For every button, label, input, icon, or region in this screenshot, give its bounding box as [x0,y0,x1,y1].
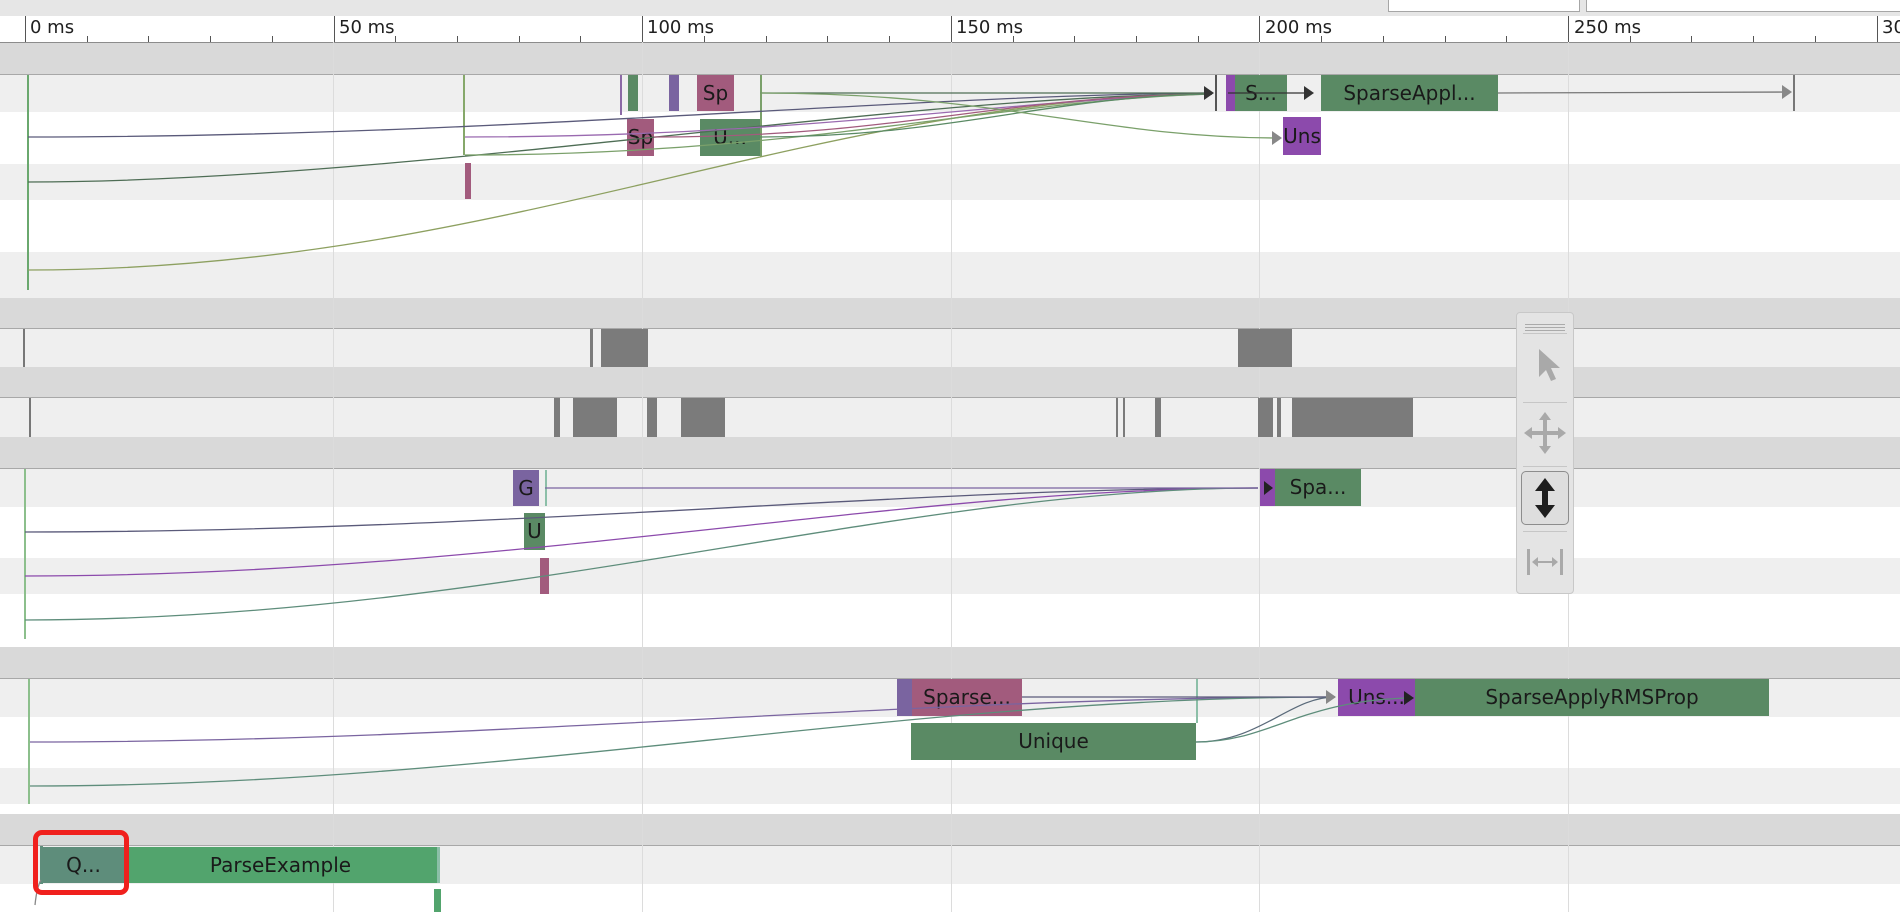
flow-arrow [29,696,1336,743]
flow-arrow [24,487,1259,577]
mouse-mode-toolbar[interactable] [1516,312,1574,594]
horizontal-range-icon [1527,549,1563,575]
flow-arrows [24,85,1792,906]
flow-arrowhead [1782,85,1792,99]
flow-arrow [27,93,1213,271]
toolbar-separator [1523,333,1567,334]
timing-tool-button[interactable] [1521,535,1569,589]
toolbar-separator [1523,466,1567,467]
flow-arrow [1195,696,1336,743]
flow-arrow [24,487,1259,621]
selection-highlight [33,830,129,895]
flow-arrowhead [1264,481,1273,495]
pan-tool-button[interactable] [1521,406,1569,460]
flow-arrow [464,93,1213,138]
grip-icon [1525,324,1565,331]
zoom-tool-button[interactable] [1521,471,1569,525]
toolbar-separator [1523,402,1567,403]
flow-arrow [464,93,1213,156]
flow-arrowhead [1204,86,1214,100]
trace-viewer: 0 ms 50 ms 100 ms 150 ms 200 ms 250 ms 3… [0,0,1900,912]
flow-arrowhead [1304,86,1314,100]
flow-arrowhead [1404,691,1414,705]
cursor-arrow-icon [1539,349,1560,381]
toolbar-drag-handle[interactable] [1523,317,1567,331]
flow-arrowhead [1326,690,1336,704]
selection-tool-button[interactable] [1521,337,1569,391]
flow-arrowhead [1272,131,1282,145]
toolbar-separator [1523,531,1567,532]
flow-arrow [29,696,1336,787]
pan-move-icon [1524,412,1566,454]
flow-arrow [653,93,1213,138]
flow-arrow [1497,91,1791,94]
flow-arrow [759,92,1281,139]
vertical-arrows-icon [1535,478,1555,518]
flow-arrow [759,93,1213,138]
